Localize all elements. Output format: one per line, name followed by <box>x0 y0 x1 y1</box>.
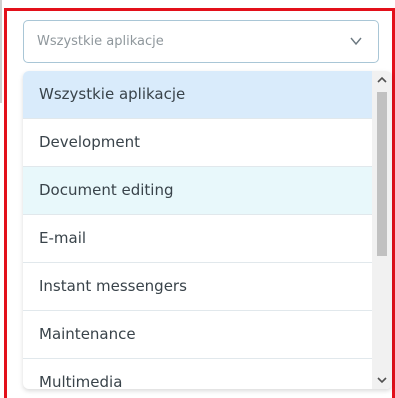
chevron-down-icon <box>350 37 362 46</box>
option-instant-messengers[interactable]: Instant messengers <box>23 263 372 311</box>
scrollbar-thumb[interactable] <box>377 92 387 256</box>
select-current-value: Wszystkie aplikacje <box>37 34 164 49</box>
window-edge <box>0 0 2 103</box>
option-maintenance[interactable]: Maintenance <box>23 311 372 359</box>
option-document-editing[interactable]: Document editing <box>23 167 372 215</box>
option-multimedia[interactable]: Multimedia <box>23 359 372 389</box>
option-email[interactable]: E-mail <box>23 215 372 263</box>
app-category-select[interactable]: Wszystkie aplikacje <box>23 20 379 63</box>
option-development[interactable]: Development <box>23 119 372 167</box>
option-list: Wszystkie aplikacje Development Document… <box>23 71 372 389</box>
option-all-apps[interactable]: Wszystkie aplikacje <box>23 71 372 119</box>
scroll-down-arrow-icon[interactable] <box>372 373 392 387</box>
scroll-up-arrow-icon[interactable] <box>372 73 392 87</box>
scrollbar[interactable] <box>372 71 392 389</box>
dropdown-list[interactable]: Wszystkie aplikacje Development Document… <box>23 71 392 389</box>
